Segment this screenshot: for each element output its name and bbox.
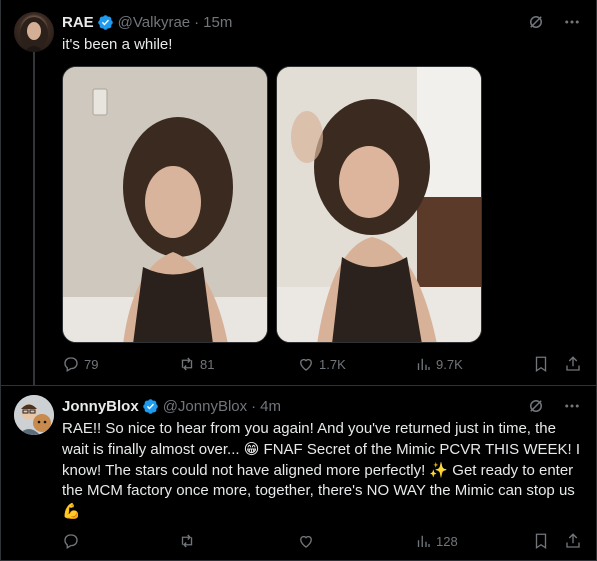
more-icon[interactable] bbox=[563, 397, 581, 420]
display-name[interactable]: RAE bbox=[62, 14, 94, 31]
reply-icon bbox=[64, 534, 78, 549]
media-grid bbox=[62, 66, 482, 343]
bookmark-button[interactable] bbox=[532, 355, 550, 373]
handle[interactable]: @Valkyrae bbox=[118, 14, 190, 31]
repost-button[interactable] bbox=[178, 532, 200, 550]
verified-badge-icon bbox=[97, 14, 114, 31]
avatar-jonnyblox[interactable] bbox=[14, 395, 54, 435]
tweet-top-icons bbox=[527, 397, 581, 420]
like-button[interactable] bbox=[297, 532, 319, 550]
like-icon bbox=[300, 358, 312, 371]
reply-icon bbox=[64, 357, 78, 372]
sparkles-emoji: ✨ bbox=[429, 461, 449, 479]
timestamp[interactable]: 4m bbox=[260, 398, 281, 415]
verified-badge-icon bbox=[142, 398, 159, 415]
repost-icon bbox=[181, 357, 193, 371]
view-count: 9.7K bbox=[436, 356, 463, 372]
grin-emoji: 😁 bbox=[243, 440, 260, 458]
view-count: 128 bbox=[436, 533, 458, 549]
avatar-rae[interactable] bbox=[14, 12, 54, 52]
tweet-actions: 128 bbox=[62, 532, 584, 552]
tweet-header: JonnyBlox @JonnyBlox · 4m bbox=[62, 396, 281, 416]
tweet-header: RAE @Valkyrae · 15m bbox=[62, 12, 232, 32]
tweet-text: RAE!! So nice to hear from you again! An… bbox=[62, 419, 584, 522]
views-button[interactable]: 9.7K bbox=[414, 355, 463, 373]
grok-icon[interactable] bbox=[527, 13, 545, 36]
thread-line bbox=[33, 52, 35, 385]
reply-count: 79 bbox=[84, 356, 99, 372]
photo-2[interactable] bbox=[276, 66, 482, 343]
views-icon bbox=[417, 358, 430, 370]
share-button[interactable] bbox=[564, 532, 582, 550]
separator: · bbox=[251, 397, 257, 415]
photo-1[interactable] bbox=[62, 66, 268, 343]
tweet-top-icons bbox=[527, 13, 581, 36]
reply-button[interactable]: 79 bbox=[62, 355, 98, 373]
flexed-biceps-emoji: 💪 bbox=[62, 502, 81, 520]
separator: · bbox=[194, 13, 200, 31]
like-button[interactable]: 1.7K bbox=[297, 355, 346, 373]
bookmark-icon bbox=[535, 533, 547, 550]
handle[interactable]: @JonnyBlox bbox=[163, 398, 247, 415]
views-icon bbox=[417, 535, 430, 547]
repost-count: 81 bbox=[200, 356, 215, 372]
more-icon[interactable] bbox=[563, 13, 581, 36]
repost-icon bbox=[181, 534, 193, 548]
reply-button[interactable] bbox=[62, 532, 84, 550]
tweet-text: it's been a while! bbox=[62, 36, 173, 53]
like-icon bbox=[300, 535, 312, 548]
tweet-actions: 79 81 1.7K 9.7K bbox=[62, 355, 584, 375]
display-name[interactable]: JonnyBlox bbox=[62, 398, 139, 415]
grok-icon[interactable] bbox=[527, 397, 545, 420]
repost-button[interactable]: 81 bbox=[178, 355, 214, 373]
share-button[interactable] bbox=[564, 355, 582, 373]
bookmark-icon bbox=[535, 356, 547, 373]
share-icon bbox=[566, 356, 580, 371]
bookmark-button[interactable] bbox=[532, 532, 550, 550]
views-button[interactable]: 128 bbox=[414, 532, 458, 550]
share-icon bbox=[566, 533, 580, 548]
like-count: 1.7K bbox=[319, 356, 346, 372]
timestamp[interactable]: 15m bbox=[203, 14, 232, 31]
